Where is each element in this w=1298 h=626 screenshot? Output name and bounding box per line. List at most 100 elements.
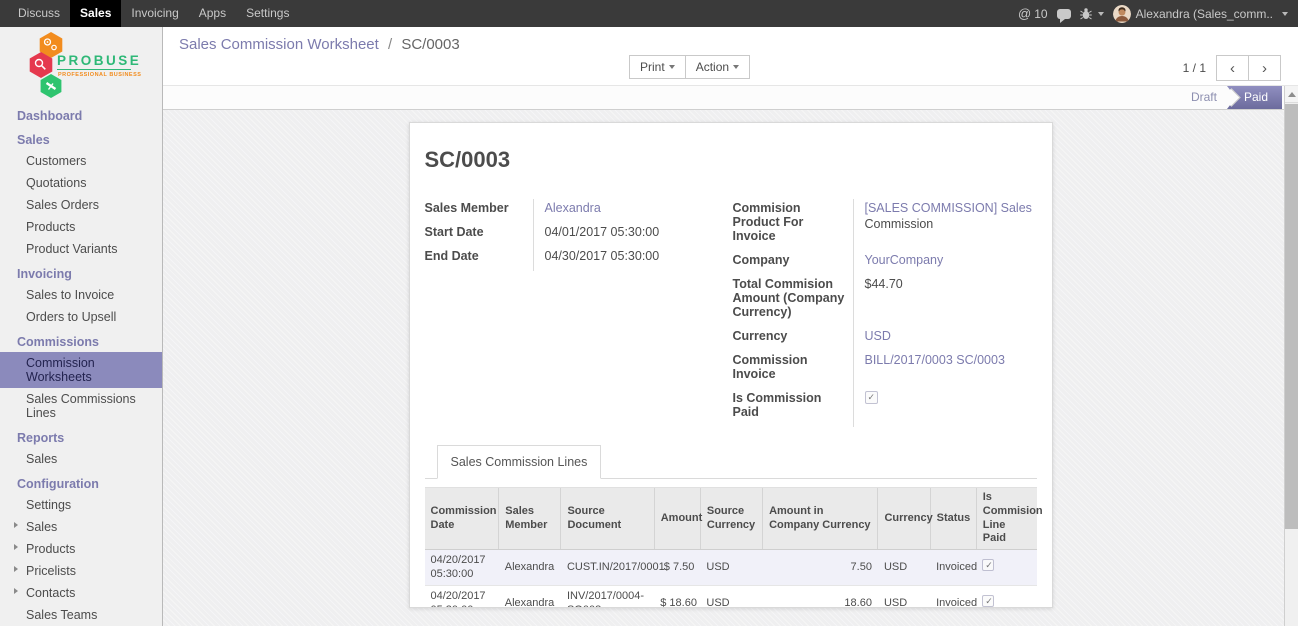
col-amount: Amount — [654, 488, 700, 550]
statusbar: Draft Paid — [163, 86, 1298, 110]
sidebar: PROBUSE PROFESSIONAL BUSINESS Dashboard … — [0, 27, 163, 626]
sidebar-item-products[interactable]: Products — [0, 216, 162, 238]
currency-link[interactable]: USD — [865, 329, 891, 343]
sidebar-item-sales-to-invoice[interactable]: Sales to Invoice — [0, 284, 162, 306]
pager-previous-button[interactable] — [1216, 55, 1249, 81]
commission-line-row[interactable]: 04/20/2017 05:30:00 Alexandra INV/2017/0… — [425, 585, 1037, 608]
sidebar-item-customers[interactable]: Customers — [0, 150, 162, 172]
col-currency: Currency — [878, 488, 930, 550]
commission-product-link[interactable]: [SALES COMMISSION] Sales — [865, 201, 1032, 215]
end-date-value: 04/30/2017 05:30:00 — [533, 247, 709, 271]
avatar — [1113, 5, 1131, 23]
commission-lines-table: Commission Date Sales Member Source Docu… — [425, 487, 1037, 608]
logo-underline — [57, 69, 131, 70]
sidebar-item-config-products[interactable]: Products — [0, 538, 162, 560]
debug-menu[interactable] — [1080, 7, 1104, 20]
field-label: End Date — [425, 247, 533, 271]
record-title: SC/0003 — [425, 147, 1037, 173]
user-menu[interactable]: Alexandra (Sales_comm.. — [1113, 5, 1288, 23]
tab-sales-commission-lines[interactable]: Sales Commission Lines — [437, 445, 602, 479]
sidebar-item-orders-to-upsell[interactable]: Orders to Upsell — [0, 306, 162, 328]
sidebar-item-product-variants[interactable]: Product Variants — [0, 238, 162, 260]
menu-settings[interactable]: Settings — [236, 0, 299, 27]
sidebar-item-reports-sales[interactable]: Sales — [0, 448, 162, 470]
field-label: Company — [733, 251, 853, 275]
sidebar-header-reports[interactable]: Reports — [0, 424, 162, 448]
line-paid-checkbox[interactable] — [982, 595, 994, 607]
breadcrumb-current: SC/0003 — [401, 36, 459, 53]
breadcrumb: Sales Commission Worksheet / SC/0003 — [179, 36, 460, 53]
breadcrumb-parent-link[interactable]: Sales Commission Worksheet — [179, 36, 379, 53]
messages-icon[interactable] — [1057, 9, 1071, 19]
scrollbar-thumb[interactable] — [1285, 104, 1298, 529]
chevron-down-icon — [669, 65, 675, 69]
expand-caret-icon — [14, 544, 18, 550]
probuse-logo: PROBUSE PROFESSIONAL BUSINESS — [0, 30, 162, 102]
line-paid-checkbox[interactable] — [982, 559, 994, 571]
field-label: Start Date — [425, 223, 533, 247]
sidebar-item-quotations[interactable]: Quotations — [0, 172, 162, 194]
form-view: SC/0003 Sales Member Alexandra Start Dat… — [163, 110, 1298, 626]
col-status: Status — [930, 488, 976, 550]
menu-sales[interactable]: Sales — [70, 0, 121, 27]
total-commission-amount-value: $44.70 — [853, 275, 1035, 327]
sidebar-item-config-sales[interactable]: Sales — [0, 516, 162, 538]
pager-value: 1 / 1 — [1183, 61, 1206, 75]
is-commission-paid-checkbox[interactable] — [865, 391, 878, 404]
col-commission-date: Commission Date — [425, 488, 499, 550]
scroll-up-button[interactable] — [1285, 86, 1298, 103]
table-header-row: Commission Date Sales Member Source Docu… — [425, 488, 1037, 550]
activity-count-badge: 10 — [1034, 7, 1047, 21]
pager: 1 / 1 — [1183, 55, 1281, 81]
sales-member-link[interactable]: Alexandra — [545, 201, 601, 215]
sidebar-header-sales[interactable]: Sales — [0, 126, 162, 150]
menu-invoicing[interactable]: Invoicing — [121, 0, 188, 27]
notebook-tabs: Sales Commission Lines — [425, 445, 1037, 479]
app-menu: Discuss Sales Invoicing Apps Settings — [0, 0, 299, 27]
print-button[interactable]: Print — [629, 55, 686, 79]
activity-at-icon — [1018, 6, 1031, 21]
sidebar-item-sales-commissions-lines[interactable]: Sales Commissions Lines — [0, 388, 162, 424]
field-label: Commission Invoice — [733, 351, 853, 389]
sidebar-item-pricelists[interactable]: Pricelists — [0, 560, 162, 582]
logo-subtitle: PROFESSIONAL BUSINESS — [58, 72, 141, 78]
sidebar-item-sales-teams[interactable]: Sales Teams — [0, 604, 162, 626]
sidebar-item-contacts[interactable]: Contacts — [0, 582, 162, 604]
control-panel: Sales Commission Worksheet / SC/0003 Pri… — [163, 27, 1298, 86]
pager-next-button[interactable] — [1248, 55, 1281, 81]
company-link[interactable]: YourCompany — [865, 253, 944, 267]
field-label: Sales Member — [425, 199, 533, 223]
sidebar-header-commissions[interactable]: Commissions — [0, 328, 162, 352]
action-button[interactable]: Action — [685, 55, 750, 79]
vertical-scrollbar[interactable] — [1284, 86, 1298, 626]
field-group-right: Commision Product For Invoice [SALES COM… — [733, 199, 1035, 427]
sidebar-item-settings[interactable]: Settings — [0, 494, 162, 516]
sidebar-item-sales-orders[interactable]: Sales Orders — [0, 194, 162, 216]
sidebar-header-configuration[interactable]: Configuration — [0, 470, 162, 494]
activity-menu[interactable]: 10 — [1018, 6, 1048, 21]
menu-apps[interactable]: Apps — [189, 0, 236, 27]
field-label: Commision Product For Invoice — [733, 199, 853, 251]
sidebar-item-label: Sales — [26, 520, 57, 534]
commission-line-row[interactable]: 04/20/2017 05:30:00 Alexandra CUST.IN/20… — [425, 550, 1037, 586]
commission-invoice-link[interactable]: BILL/2017/0003 SC/0003 — [865, 353, 1005, 367]
sidebar-header-dashboard[interactable]: Dashboard — [0, 102, 162, 126]
sidebar-item-commission-worksheets[interactable]: Commission Worksheets — [0, 352, 162, 388]
systray: 10 — [1018, 0, 1298, 27]
start-date-value: 04/01/2017 05:30:00 — [533, 223, 709, 247]
arrow-up-icon — [1288, 92, 1296, 97]
logo-title: PROBUSE — [57, 53, 141, 68]
field-label: Total Commision Amount (Company Currency… — [733, 275, 853, 327]
sidebar-header-invoicing[interactable]: Invoicing — [0, 260, 162, 284]
breadcrumb-separator: / — [388, 36, 392, 53]
col-source-currency: Source Currency — [700, 488, 762, 550]
sidebar-item-label: Contacts — [26, 586, 75, 600]
sidebar-menu: Dashboard Sales Customers Quotations Sal… — [0, 102, 162, 626]
bug-icon — [1080, 7, 1092, 20]
field-label: Is Commission Paid — [733, 389, 853, 427]
field-label: Currency — [733, 327, 853, 351]
sidebar-item-label: Products — [26, 542, 75, 556]
expand-caret-icon — [14, 522, 18, 528]
col-amount-company-currency: Amount in Company Currency — [763, 488, 878, 550]
menu-discuss[interactable]: Discuss — [8, 0, 70, 27]
